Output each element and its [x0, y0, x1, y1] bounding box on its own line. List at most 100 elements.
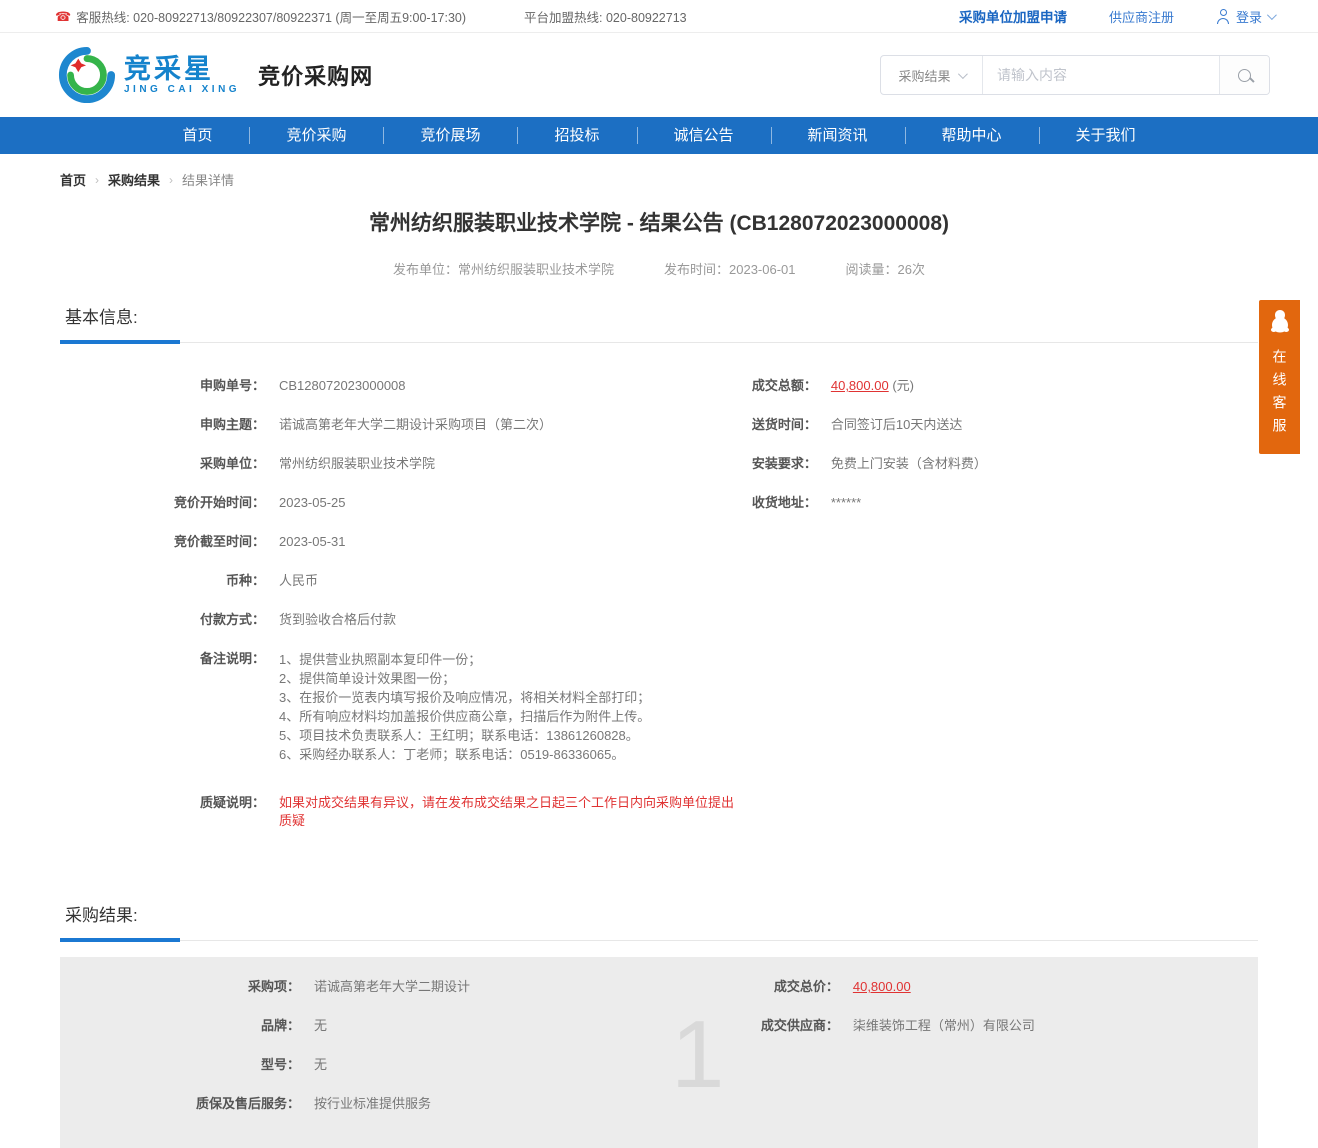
search-button[interactable]	[1219, 56, 1269, 94]
supplier-register-link[interactable]: 供应商注册	[1109, 7, 1174, 26]
nav-link-tender[interactable]: 招投标	[517, 117, 636, 154]
info-row-payment: 付款方式： 货到验收合格后付款	[60, 611, 743, 629]
result-row-supplier: 成交供应商： 柒维装饰工程（常州）有限公司	[743, 1017, 1258, 1035]
field-label: 成交供应商：	[743, 1017, 839, 1035]
field-label: 收货地址：	[743, 494, 817, 512]
field-value: 合同签订后10天内送达	[817, 416, 962, 434]
result-left: 采购项： 诺诚高第老年大学二期设计 品牌： 无 型号： 无 质保及售后服务： 按…	[60, 978, 743, 1134]
platform-hotline-text: 平台加盟热线: 020-80922713	[524, 7, 687, 26]
breadcrumb-current: 结果详情	[182, 170, 234, 189]
field-value: 按行业标准提供服务	[300, 1095, 431, 1113]
field-label: 安装要求：	[743, 455, 817, 473]
remark-line: 5、项目技术负责联系人：王红明；联系电话：13861260828。	[279, 726, 650, 745]
result-panel: 采购项： 诺诚高第老年大学二期设计 品牌： 无 型号： 无 质保及售后服务： 按…	[60, 957, 1258, 1148]
field-value: CB128072023000008	[265, 377, 406, 395]
field-label: 品牌：	[60, 1017, 300, 1035]
search-category-value: 采购结果	[898, 66, 950, 85]
total-amount-link[interactable]: 40,800.00	[831, 378, 889, 393]
basic-info-right: 成交总额： 40,800.00 (元) 送货时间： 合同签订后10天内送达 安装…	[743, 377, 1258, 851]
breadcrumb: 首页 › 采购结果 › 结果详情	[60, 170, 1258, 189]
topbar-hotlines: ☎ 客服热线: 020-80922713/80922307/80922371 (…	[55, 7, 687, 26]
nav-link-news[interactable]: 新闻资讯	[771, 117, 905, 154]
deal-price-link[interactable]: 40,800.00	[853, 979, 911, 994]
remark-line: 6、采购经办联系人：丁老师；联系电话：0519-86336065。	[279, 745, 650, 764]
field-label: 申购主题：	[60, 416, 265, 434]
info-row-end-time: 竞价截至时间： 2023-05-31	[60, 533, 743, 551]
service-hotline: ☎ 客服热线: 020-80922713/80922307/80922371 (…	[55, 7, 466, 26]
field-label: 采购单位：	[60, 455, 265, 473]
page: ☎ 客服热线: 020-80922713/80922307/80922371 (…	[0, 0, 1318, 1148]
field-label: 竞价截至时间：	[60, 533, 265, 551]
nav-item-home: 首页	[145, 117, 249, 154]
field-label: 成交总价：	[743, 978, 839, 996]
field-value: 2023-05-25	[265, 494, 346, 512]
nav-item-showroom: 竞价展场	[383, 117, 517, 154]
chevron-down-icon	[1267, 10, 1277, 20]
field-value: 人民币	[265, 572, 318, 590]
remark-line: 4、所有响应材料均加盖报价供应商公章，扫描后作为附件上传。	[279, 707, 650, 726]
breadcrumb-results[interactable]: 采购结果	[108, 170, 160, 189]
login-link[interactable]: 登录	[1216, 7, 1274, 26]
logo-name-cn: 竞采星	[124, 55, 240, 85]
main-nav: 首页 竞价采购 竞价展场 招投标 诚信公告 新闻资讯 帮助中心 关于我们	[0, 117, 1318, 154]
nav-item-bidding: 竞价采购	[249, 117, 383, 154]
content: 首页 › 采购结果 › 结果详情 常州纺织服装职业技术学院 - 结果公告 (CB…	[60, 170, 1258, 1148]
result-row-price: 成交总价： 40,800.00	[743, 978, 1258, 996]
field-label: 竞价开始时间：	[60, 494, 265, 512]
field-label: 付款方式：	[60, 611, 265, 629]
nav-link-home[interactable]: 首页	[145, 117, 249, 154]
info-row-order-no: 申购单号： CB128072023000008	[60, 377, 743, 395]
field-label: 成交总额：	[743, 377, 817, 395]
field-label: 送货时间：	[743, 416, 817, 434]
field-label: 质保及售后服务：	[60, 1095, 300, 1113]
result-right: 成交总价： 40,800.00 成交供应商： 柒维装饰工程（常州）有限公司	[743, 978, 1258, 1134]
amount-wrap: 40,800.00 (元)	[817, 377, 914, 395]
nav-link-integrity[interactable]: 诚信公告	[637, 117, 771, 154]
publisher: 发布单位：常州纺织服装职业技术学院	[393, 259, 614, 278]
nav-link-about[interactable]: 关于我们	[1039, 117, 1173, 154]
purchaser-join-link[interactable]: 采购单位加盟申请	[959, 6, 1067, 26]
nav-link-showroom[interactable]: 竞价展场	[383, 117, 517, 154]
info-row-purchaser: 采购单位： 常州纺织服装职业技术学院	[60, 455, 743, 473]
chevron-down-icon	[957, 69, 967, 79]
remark-line: 1、提供营业执照副本复印件一份；	[279, 650, 650, 669]
field-label: 申购单号：	[60, 377, 265, 395]
remark-line: 3、在报价一览表内填写报价及响应情况，将相关材料全部打印；	[279, 688, 650, 707]
topbar: ☎ 客服热线: 020-80922713/80922307/80922371 (…	[0, 0, 1318, 33]
site-header: 竞采星 JING CAI XING 竞价采购网 采购结果	[0, 33, 1318, 117]
search-input[interactable]	[983, 56, 1219, 94]
section-rule	[60, 340, 1258, 343]
dispute-text: 如果对成交结果有异议，请在发布成交结果之日起三个工作日内向采购单位提出质疑	[265, 794, 743, 830]
info-row-start-time: 竞价开始时间： 2023-05-25	[60, 494, 743, 512]
page-title: 常州纺织服装职业技术学院 - 结果公告 (CB128072023000008)	[60, 207, 1258, 237]
amount-wrap: 40,800.00	[839, 978, 911, 996]
search-category-select[interactable]: 采购结果	[881, 56, 983, 94]
info-row-remark: 备注说明： 1、提供营业执照副本复印件一份； 2、提供简单设计效果图一份； 3、…	[60, 650, 743, 764]
field-value: 免费上门安装（含材料费）	[817, 455, 987, 473]
field-value: 无	[300, 1017, 327, 1035]
nav-link-bidding[interactable]: 竞价采购	[249, 117, 383, 154]
read-count: 阅读量：26次	[846, 259, 925, 278]
info-row-currency: 币种： 人民币	[60, 572, 743, 590]
nav-item-about: 关于我们	[1039, 117, 1173, 154]
login-label: 登录	[1236, 7, 1262, 26]
service-hotline-text: 客服热线: 020-80922713/80922307/80922371 (周一…	[76, 7, 466, 26]
basic-info-heading: 基本信息:	[60, 303, 1258, 328]
basic-info-grid: 申购单号： CB128072023000008 申购主题： 诺诚高第老年大学二期…	[60, 343, 1258, 851]
info-row-delivery-time: 送货时间： 合同签订后10天内送达	[743, 416, 1258, 434]
field-label: 币种：	[60, 572, 265, 590]
nav-item-integrity: 诚信公告	[637, 117, 771, 154]
basic-info-left: 申购单号： CB128072023000008 申购主题： 诺诚高第老年大学二期…	[60, 377, 743, 851]
search-icon	[1238, 69, 1251, 82]
amount-unit: (元)	[889, 378, 914, 393]
nav-link-help[interactable]: 帮助中心	[905, 117, 1039, 154]
online-service-label: 在线客服	[1270, 349, 1290, 441]
breadcrumb-separator-icon: ›	[95, 173, 99, 187]
info-row-address: 收货地址： ******	[743, 494, 1258, 512]
breadcrumb-home[interactable]: 首页	[60, 170, 86, 189]
online-service-widget[interactable]: 在线客服	[1259, 300, 1300, 454]
logo[interactable]: 竞采星 JING CAI XING 竞价采购网	[58, 46, 373, 104]
logo-text: 竞采星 JING CAI XING	[124, 55, 240, 96]
phone-icon: ☎	[55, 10, 71, 23]
field-value: ******	[817, 494, 861, 512]
